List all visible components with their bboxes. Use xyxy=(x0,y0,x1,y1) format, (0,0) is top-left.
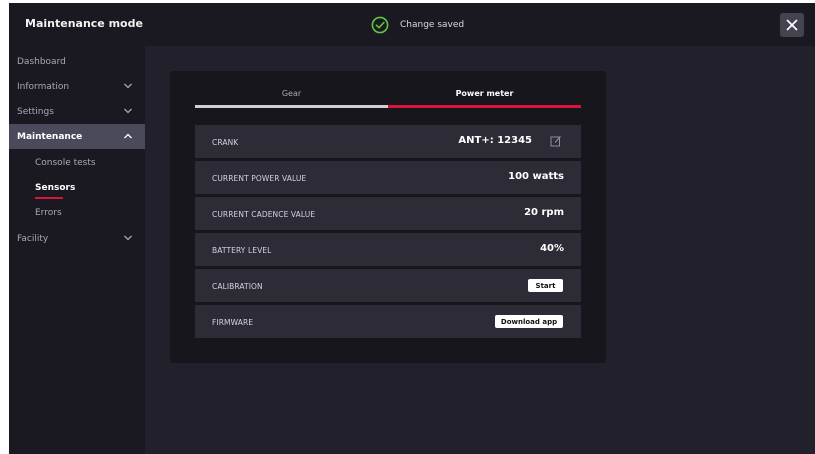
close-button[interactable] xyxy=(780,13,804,37)
row-current-power: CURRENT POWER VALUE 100 watts xyxy=(195,161,581,194)
row-label: CRANK xyxy=(212,138,239,147)
sidebar-item-settings[interactable]: Settings xyxy=(9,99,145,124)
active-subitem-underline xyxy=(35,197,63,199)
chevron-down-icon xyxy=(124,83,132,89)
row-label: FIRMWARE xyxy=(212,318,254,327)
row-label: BATTERY LEVEL xyxy=(212,246,272,255)
sidebar-item-label: Maintenance xyxy=(17,131,83,142)
sidebar-item-label: Information xyxy=(17,81,70,92)
start-calibration-button[interactable]: Start xyxy=(528,279,563,292)
row-current-cadence: CURRENT CADENCE VALUE 20 rpm xyxy=(195,197,581,230)
sidebar-subitem-errors[interactable]: Errors xyxy=(35,208,62,218)
row-value: 100 watts xyxy=(508,171,564,182)
app-window: Maintenance mode Change saved Dashboard … xyxy=(9,3,815,454)
row-crank: CRANK ANT+: 12345 xyxy=(195,125,581,158)
sidebar-item-label: Settings xyxy=(17,106,54,117)
sensor-panel: Gear Power meter CRANK ANT+: 12345 CURRE… xyxy=(170,71,606,363)
sidebar-item-dashboard[interactable]: Dashboard xyxy=(9,49,145,74)
sidebar-item-maintenance[interactable]: Maintenance xyxy=(9,124,145,149)
row-calibration: CALIBRATION Start xyxy=(195,269,581,302)
top-bar: Maintenance mode Change saved xyxy=(9,3,815,46)
tab-gear-underline xyxy=(195,105,388,108)
sidebar-subitem-sensors[interactable]: Sensors xyxy=(35,183,75,193)
row-label: CALIBRATION xyxy=(212,282,263,291)
sidebar-item-facility[interactable]: Facility xyxy=(9,226,145,251)
sidebar-subitem-console-tests[interactable]: Console tests xyxy=(35,158,96,168)
edit-icon[interactable] xyxy=(550,135,562,147)
chevron-up-icon xyxy=(124,133,132,139)
check-circle-icon xyxy=(371,16,389,34)
sidebar-item-information[interactable]: Information xyxy=(9,74,145,99)
sidebar-item-label: Facility xyxy=(17,233,49,244)
row-value: 40% xyxy=(540,243,564,254)
row-label: CURRENT POWER VALUE xyxy=(212,174,307,183)
row-firmware: FIRMWARE Download app xyxy=(195,305,581,338)
row-value: 20 rpm xyxy=(524,207,564,218)
sidebar: Dashboard Information Settings Maintenan… xyxy=(9,46,145,454)
download-app-button[interactable]: Download app xyxy=(495,315,563,328)
sidebar-item-label: Dashboard xyxy=(17,56,66,67)
row-value: ANT+: 12345 xyxy=(458,135,532,146)
chevron-down-icon xyxy=(124,108,132,114)
toast-notification: Change saved xyxy=(371,15,464,35)
tab-power-meter-underline xyxy=(388,105,581,108)
close-icon xyxy=(786,19,798,31)
app-title: Maintenance mode xyxy=(25,17,143,30)
row-label: CURRENT CADENCE VALUE xyxy=(212,210,316,219)
chevron-down-icon xyxy=(124,235,132,241)
row-battery-level: BATTERY LEVEL 40% xyxy=(195,233,581,266)
toast-text: Change saved xyxy=(400,20,465,30)
